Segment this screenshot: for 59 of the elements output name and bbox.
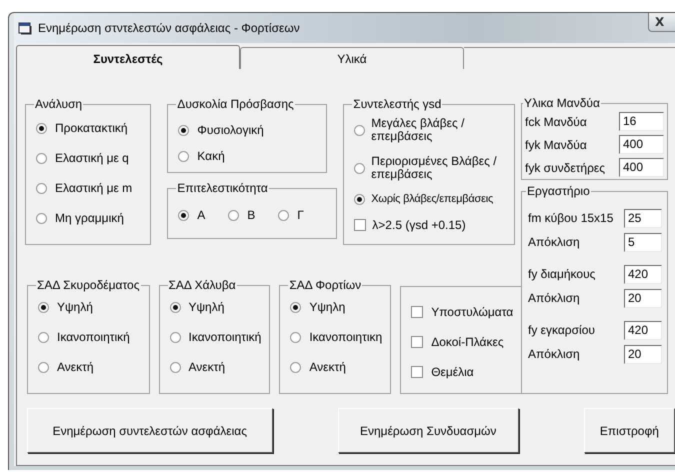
radio-label[interactable]: Ανεκτή <box>309 360 346 374</box>
radio-label[interactable]: Κακή <box>197 149 225 163</box>
group-title: ΣΑΔ Χάλυβα <box>168 278 237 292</box>
action-button[interactable]: Επιστροφή <box>584 408 675 453</box>
group-title: ΣΑΔ Φορτίων <box>288 278 362 292</box>
field-label: fck Μανδύα <box>525 114 587 128</box>
field-label: Απόκλιση <box>528 291 580 305</box>
input-field[interactable]: 20 <box>624 288 662 308</box>
input-field[interactable]: 420 <box>624 320 662 340</box>
radio-label[interactable]: Ανεκτή <box>57 360 94 374</box>
group-title: Δυσκολία Πρόσβασης <box>176 97 295 111</box>
checkbox-label[interactable]: λ>2.5 (γsd +0.15) <box>372 218 466 232</box>
tab[interactable]: Υλικά <box>240 47 464 69</box>
radio-label[interactable]: Υψηλη <box>309 300 346 314</box>
field-label: fm κύβου 15x15 <box>528 211 614 225</box>
group-title: Επιτελεστικότητα <box>176 181 269 195</box>
close-button[interactable]: X <box>648 13 675 32</box>
radio-label[interactable]: Υψηλή <box>57 300 93 314</box>
input-field[interactable]: 25 <box>624 208 662 228</box>
action-button[interactable]: Ενημέρωση Συνδυασμών <box>338 408 519 453</box>
radio-label[interactable]: Προκατακτική <box>55 121 128 135</box>
radio-label[interactable]: Ικανοποιητική <box>57 330 130 344</box>
radio-label[interactable]: Περιορισμένες Βλάβες / επεμβάσεις <box>371 155 500 181</box>
input-field[interactable]: 5 <box>624 232 662 252</box>
radio-label[interactable]: Χωρίς βλάβες/επεμβάσεις <box>371 193 494 206</box>
radio-label[interactable]: Ελαστική με m <box>55 181 132 195</box>
input-field[interactable]: 420 <box>624 264 662 284</box>
checkbox-label[interactable]: Θεμέλια <box>431 365 474 379</box>
group-title: Συντελεστής γsd <box>352 97 442 111</box>
field-label: Απόκλιση <box>528 347 580 361</box>
radio-label[interactable]: Μεγάλες βλάβες / επεμβάσεις <box>371 117 482 143</box>
field-label: fyk Μανδύα <box>525 138 587 152</box>
checkbox-label[interactable]: Υποστυλώματα <box>431 305 514 319</box>
input-field[interactable]: 20 <box>624 344 662 364</box>
radio-label[interactable]: Υψηλή <box>188 300 224 314</box>
radio-label[interactable]: Γ <box>297 208 304 222</box>
field-label: fyk συνδετήρες <box>525 160 606 174</box>
field-label: Απόκλιση <box>528 235 580 249</box>
radio-label[interactable]: Φυσιολογική <box>197 123 264 137</box>
checkbox-label[interactable]: Δοκοί-Πλάκες <box>431 335 504 349</box>
group-title: Εργαστήριο <box>526 184 591 198</box>
radio-label[interactable]: A <box>197 208 206 222</box>
tab[interactable]: Συντελεστές <box>16 45 240 69</box>
group-title: Ανάλυση <box>34 97 84 111</box>
radio-label[interactable]: Ικανοποιητικη <box>309 330 382 344</box>
action-button[interactable]: Ενημέρωση συντελεστών ασφάλειας <box>27 408 273 453</box>
input-field[interactable]: 400 <box>619 135 664 154</box>
radio-label[interactable]: Ικανοποιητική <box>188 330 262 344</box>
input-field[interactable]: 16 <box>619 112 664 131</box>
radio-label[interactable]: Ανεκτή <box>188 360 226 374</box>
group-title: Υλικα Μανδύα <box>523 96 601 110</box>
window-title: Ενημέρωση στντελεστών ασφάλειας - Φορτίσεων <box>38 21 300 35</box>
radio-label[interactable]: Μη γραμμική <box>55 211 124 225</box>
radio-label[interactable]: B <box>247 208 256 222</box>
radio-label[interactable]: Ελαστική με q <box>55 151 129 165</box>
input-field[interactable]: 400 <box>619 158 664 177</box>
field-label: fy διαμήκους <box>528 267 596 281</box>
group-title: ΣΑΔ Σκυροδέματος <box>36 278 140 292</box>
field-label: fy εγκαρσίου <box>528 323 595 337</box>
